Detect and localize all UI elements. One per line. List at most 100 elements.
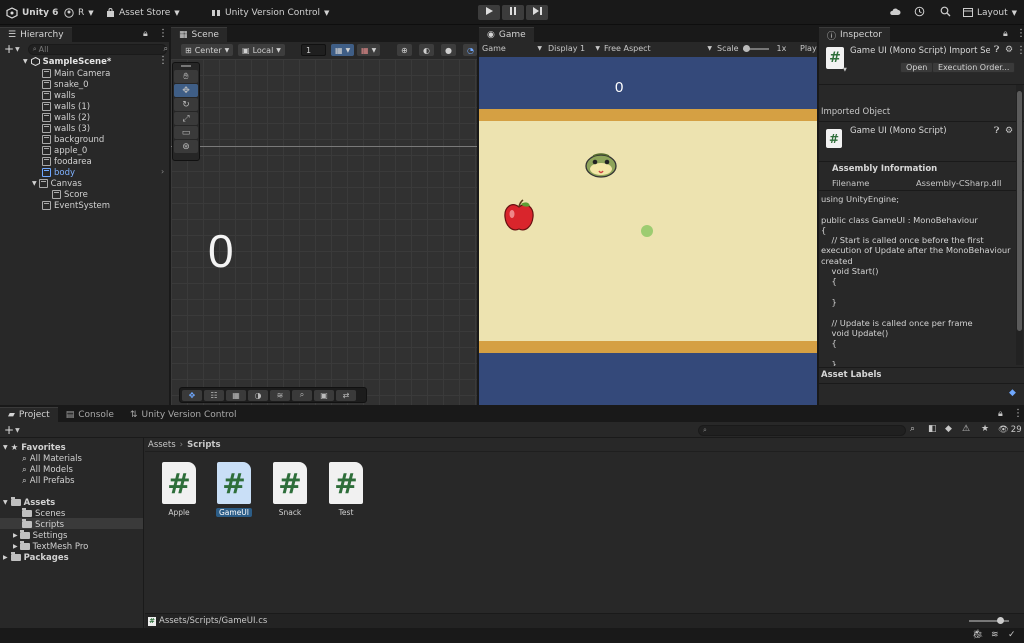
hierarchy-item-prefab[interactable]: body [42, 167, 75, 178]
shading-toggle[interactable]: ◐ [419, 44, 434, 56]
snap-toggle[interactable]: ▦ ▼ [357, 44, 381, 56]
folder-item-selected[interactable]: Scripts [22, 519, 64, 530]
more-icon[interactable]: ⋮ [158, 28, 168, 39]
hierarchy-item[interactable]: foodarea [42, 156, 92, 167]
grid-snap-input[interactable]: 1 [301, 44, 326, 56]
tab-game[interactable]: ◉ Game [479, 27, 534, 42]
lock-icon[interactable]: 🔒︎ [1003, 29, 1008, 39]
project-add[interactable]: + ▼ [4, 423, 20, 437]
account-menu[interactable]: R ▼ [64, 0, 94, 25]
bug-icon[interactable]: 🐞︎ [972, 630, 983, 640]
grid-toggle[interactable]: ▦ ▼ [331, 44, 355, 56]
tab-project[interactable]: ▰ Project [0, 407, 58, 422]
icon-size-slider-thumb[interactable] [997, 617, 1004, 624]
execution-order-button[interactable]: Execution Order... [932, 62, 1016, 73]
overlay-layers[interactable]: ☷ [204, 389, 224, 401]
lock-icon[interactable]: 🔒︎ [143, 29, 148, 39]
assets-header[interactable]: ▼ Assets [3, 497, 55, 508]
overlay-grid[interactable]: ▦ [226, 389, 246, 401]
history-icon[interactable] [914, 6, 925, 17]
inspector-scrollbar-thumb[interactable] [1017, 91, 1022, 331]
hand-tool[interactable]: ✋︎ [174, 70, 198, 83]
breadcrumb-root[interactable]: Assets [148, 440, 176, 450]
play-button[interactable] [478, 5, 500, 20]
hierarchy-item[interactable]: Main Camera [42, 68, 110, 79]
warning-icon[interactable]: ⚠︎ [962, 424, 970, 434]
label-tag-icon[interactable]: ◆ [1009, 388, 1016, 398]
settings-icon[interactable]: ⚙︎ [1005, 45, 1013, 55]
hierarchy-item[interactable]: walls (3) [42, 123, 90, 134]
more-icon[interactable]: ⋮ [1016, 28, 1024, 39]
script-asset[interactable]: # Apple [154, 462, 204, 517]
folder-item[interactable]: ▶ TextMesh Pro [13, 541, 88, 552]
overlay-camera[interactable]: ▣ [314, 389, 334, 401]
overlay-shuffle[interactable]: ⇄ [336, 389, 356, 401]
help-icon[interactable]: ❓︎ [994, 126, 999, 136]
pivot-dropdown[interactable]: ⊞ Center ▼ [181, 44, 234, 56]
settings-icon[interactable]: ⚙︎ [1005, 126, 1013, 136]
cloud-icon[interactable] [889, 7, 901, 16]
filter-label-icon[interactable]: ◆ [945, 424, 952, 434]
script-asset[interactable]: # Snack [265, 462, 315, 517]
unity-menu[interactable]: Unity 6 [6, 0, 58, 25]
hierarchy-search-input[interactable]: ⌕ All ⌕ [27, 43, 168, 55]
more-icon[interactable]: ⋮ [1013, 408, 1023, 419]
help-icon[interactable]: ❓︎ [994, 45, 999, 55]
overlay-search[interactable]: ⌕ [292, 389, 312, 401]
hierarchy-item[interactable]: snake_0 [42, 79, 89, 90]
favorite-item[interactable]: ⌕ All Models [22, 464, 73, 475]
transform-tool[interactable]: ⊛ [174, 140, 198, 153]
overlay-move[interactable]: ✥ [182, 389, 202, 401]
play-mode-dropdown[interactable]: Play [800, 44, 817, 53]
hierarchy-item[interactable]: apple_0 [42, 145, 87, 156]
hierarchy-item[interactable]: background [42, 134, 104, 145]
tab-version-control[interactable]: ⇅ Unity Version Control [121, 407, 245, 422]
chevron-down-icon[interactable]: ▼ [843, 67, 847, 73]
chevron-down-icon[interactable]: ▼ [15, 46, 20, 53]
favorite-item[interactable]: ⌕ All Prefabs [22, 475, 75, 486]
layout-menu[interactable]: Layout ▼ [963, 0, 1017, 25]
rect-tool[interactable]: ▭ [174, 126, 198, 139]
script-asset-selected[interactable]: # GameUI [209, 462, 259, 517]
aspect-dropdown[interactable]: Free Aspect ▼ [604, 44, 712, 53]
game-mode-dropdown[interactable]: Game ▼ [482, 44, 542, 53]
lighting-toggle[interactable]: ● [441, 44, 456, 56]
overlay-stack[interactable]: ≋ [270, 389, 290, 401]
search-filter-icon[interactable]: ⌕ [910, 424, 915, 434]
add-icon[interactable]: + [4, 42, 14, 56]
inspector-scrollbar[interactable] [1016, 85, 1023, 365]
scene-more-icon[interactable]: ⋮ [158, 55, 168, 66]
hierarchy-item[interactable]: ▼ Canvas [32, 178, 82, 189]
tab-inspector[interactable]: ⓘ Inspector [819, 27, 890, 42]
open-button[interactable]: Open [900, 62, 934, 73]
hierarchy-item[interactable]: walls (2) [42, 112, 90, 123]
hierarchy-item[interactable]: Score [52, 189, 88, 200]
gizmo-toggle[interactable]: ⊕ [397, 44, 412, 56]
overlay-shading[interactable]: ◑ [248, 389, 268, 401]
scene-score-text[interactable]: 0 [208, 224, 234, 278]
chevron-right-icon[interactable]: › [161, 167, 164, 176]
space-dropdown[interactable]: ▣ Local ▼ [238, 44, 285, 56]
scale-slider-thumb[interactable] [742, 44, 750, 52]
favorite-icon[interactable]: ★ [981, 424, 989, 434]
favorites-header[interactable]: ▼ ★ Favorites [3, 442, 66, 453]
scale-slider[interactable] [742, 44, 769, 52]
asset-store-menu[interactable]: Asset Store ▼ [106, 0, 180, 25]
scene-row[interactable]: ▼ SampleScene* [23, 56, 111, 67]
favorite-item[interactable]: ⌕ All Materials [22, 453, 82, 464]
scale-tool[interactable]: ⤢ [174, 112, 198, 125]
tab-hierarchy[interactable]: ☰ Hierarchy [0, 27, 72, 42]
display-dropdown[interactable]: Display 1 ▼ [548, 44, 600, 53]
rotate-tool[interactable]: ↻ [174, 98, 198, 111]
folder-item[interactable]: ▶ Settings [13, 530, 68, 541]
filter-icon[interactable]: ⌕ [164, 44, 168, 54]
lock-icon[interactable]: 🔒︎ [998, 409, 1003, 419]
game-viewport[interactable]: 0 [479, 57, 817, 405]
hierarchy-item[interactable]: walls (1) [42, 101, 90, 112]
hierarchy-item[interactable]: EventSystem [42, 200, 110, 211]
stack-icon[interactable]: ≋ [991, 630, 999, 640]
move-tool[interactable]: ✥ [174, 84, 198, 97]
search-icon[interactable] [940, 6, 951, 17]
step-button[interactable] [526, 5, 548, 20]
packages-header[interactable]: ▶ Packages [3, 552, 69, 563]
